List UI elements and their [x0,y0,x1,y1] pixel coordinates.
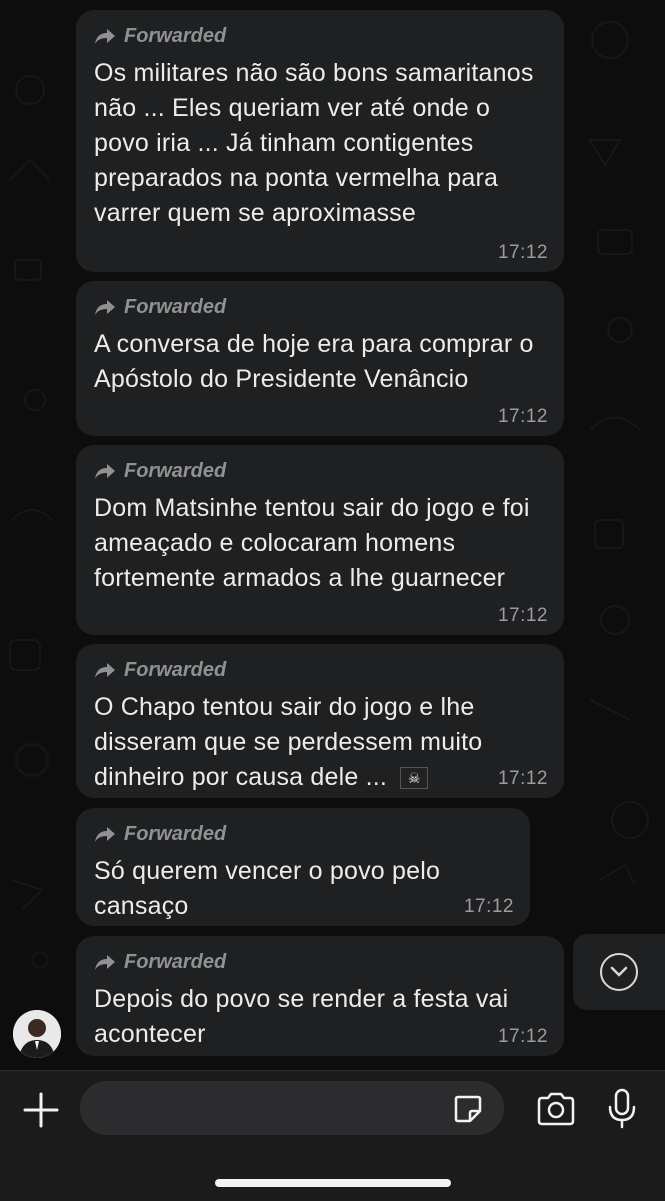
forwarded-label: Forwarded [94,950,546,974]
message-bubble[interactable]: Forwarded Só querem vencer o povo pelo c… [76,808,530,926]
message-text: A conversa de hoje era para comprar o Ap… [94,330,534,393]
message-time: 17:12 [497,242,548,263]
sticker-icon[interactable] [452,1093,484,1125]
message-text: Dom Matsinhe tentou sair do jogo e foi a… [94,494,530,592]
forward-arrow-icon [95,827,115,842]
chat-area: Forwarded Os militares não são bons sama… [0,0,665,1070]
message-time: 17:12 [497,605,548,626]
message-bubble[interactable]: Forwarded Dom Matsinhe tentou sair do jo… [76,445,564,635]
message-text: Depois do povo se render a festa vai aco… [94,985,509,1048]
forwarded-text: Forwarded [124,296,227,318]
message-composer [0,1070,665,1201]
sender-avatar[interactable] [13,1010,61,1058]
pirate-flag-icon: ☠ [400,767,429,790]
message-text-wrapper: O Chapo tentou sair do jogo e lhe disser… [94,690,546,795]
message-time: 17:12 [497,406,548,427]
forwarded-text: Forwarded [124,460,227,482]
forwarded-text: Forwarded [124,25,227,47]
plus-icon[interactable] [22,1091,60,1129]
forwarded-text: Forwarded [124,823,227,845]
forward-arrow-icon [95,464,115,479]
message-bubble[interactable]: Forwarded Depois do povo se render a fes… [76,936,564,1056]
forwarded-label: Forwarded [94,295,546,319]
message-bubble[interactable]: Forwarded A conversa de hoje era para co… [76,281,564,436]
forwarded-label: Forwarded [94,24,546,48]
message-time: 17:12 [497,768,548,789]
forwarded-text: Forwarded [124,951,227,973]
microphone-icon[interactable] [605,1087,639,1131]
forwarded-label: Forwarded [94,658,546,682]
message-bubble[interactable]: Forwarded O Chapo tentou sair do jogo e … [76,644,564,798]
forward-arrow-icon [95,300,115,315]
forward-arrow-icon [95,29,115,44]
message-text: Só querem vencer o povo pelo cansaço [94,857,441,920]
forwarded-text: Forwarded [124,659,227,681]
chevron-down-icon [600,953,638,991]
message-time: 17:12 [463,896,514,917]
forwarded-label: Forwarded [94,459,546,483]
forwarded-label: Forwarded [94,822,512,846]
scroll-to-bottom-button[interactable] [573,934,665,1010]
forward-arrow-icon [95,663,115,678]
message-bubble[interactable]: Forwarded Os militares não são bons sama… [76,10,564,272]
message-input[interactable] [80,1081,504,1135]
message-text: Os militares não são bons samaritanos nã… [94,59,534,227]
forward-arrow-icon [95,955,115,970]
camera-icon[interactable] [535,1091,577,1127]
avatar-image [13,1010,61,1058]
home-indicator [215,1179,451,1187]
message-time: 17:12 [497,1026,548,1047]
